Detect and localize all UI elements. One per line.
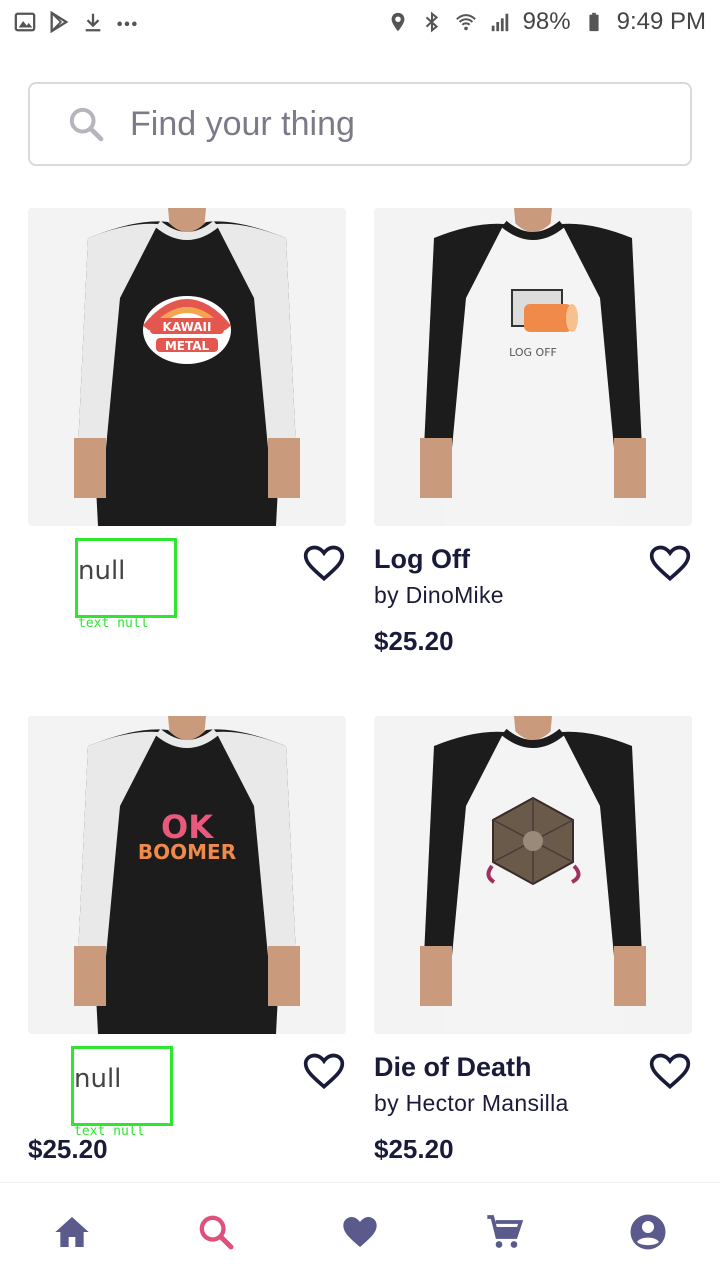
product-title[interactable]: Log Off [374, 544, 470, 575]
favorite-heart-icon[interactable] [648, 1050, 692, 1094]
product-card[interactable]: OK BOOMER null text null $25.20 [28, 716, 346, 1184]
svg-text:METAL: METAL [165, 339, 210, 353]
product-price: $25.20 [374, 626, 454, 656]
status-right: 98% 9:49 PM [387, 8, 706, 36]
favorite-heart-icon[interactable] [648, 542, 692, 586]
tshirt-kawaii-metal-image: KAWAII METAL [28, 208, 346, 526]
product-image[interactable]: OK BOOMER [28, 716, 346, 1034]
product-price: $25.20 [28, 1134, 108, 1164]
product-image[interactable]: KAWAII METAL [28, 208, 346, 526]
product-artist[interactable]: by DinoMike [374, 582, 504, 609]
location-icon [391, 12, 404, 32]
product-info: null text null $25.20 [28, 1034, 346, 1184]
bottom-navigation [0, 1182, 720, 1280]
wifi-icon [455, 14, 476, 31]
favorite-heart-icon[interactable] [302, 1050, 346, 1094]
product-image[interactable] [374, 716, 692, 1034]
product-artist[interactable]: by Hector Mansilla [374, 1090, 569, 1117]
search-input[interactable]: Find your thing [28, 82, 692, 166]
play-store-icon [50, 11, 69, 33]
tshirt-ok-boomer-image: OK BOOMER [28, 716, 346, 1034]
nav-search[interactable] [180, 1196, 252, 1268]
product-info: Log Off by DinoMike $25.20 [374, 526, 692, 676]
product-title: null [74, 1064, 122, 1094]
product-card[interactable]: KAWAII METAL null text null [28, 208, 346, 676]
home-icon [55, 1216, 89, 1247]
debug-caption: text null [78, 616, 149, 631]
account-icon [630, 1214, 666, 1249]
battery-percentage: 98% [522, 8, 571, 35]
clock: 9:49 PM [616, 8, 706, 35]
search-placeholder: Find your thing [130, 104, 355, 143]
product-card[interactable]: Die of Death by Hector Mansilla $25.20 [374, 716, 692, 1184]
product-image[interactable]: LOG OFF [374, 208, 692, 526]
nav-account[interactable] [612, 1196, 684, 1268]
svg-text:KAWAII: KAWAII [163, 320, 212, 334]
heart-icon [343, 1216, 377, 1247]
product-title: null [78, 556, 126, 586]
product-card[interactable]: LOG OFF Log Off by DinoMike $25.20 [374, 208, 692, 676]
product-title[interactable]: Die of Death [374, 1052, 532, 1083]
svg-text:LOG OFF: LOG OFF [509, 346, 557, 359]
tshirt-die-of-death-image [374, 716, 692, 1034]
signal-icon [491, 13, 508, 32]
nav-favorites[interactable] [324, 1196, 396, 1268]
cart-icon [487, 1214, 524, 1248]
search-icon [199, 1215, 234, 1249]
search-icon [69, 107, 104, 142]
product-info: null text null [28, 526, 346, 676]
nav-home[interactable] [36, 1196, 108, 1268]
nav-cart[interactable] [468, 1196, 540, 1268]
more-icon [117, 21, 137, 27]
battery-icon [589, 12, 599, 32]
product-info: Die of Death by Hector Mansilla $25.20 [374, 1034, 692, 1184]
status-left [14, 11, 138, 33]
download-icon [85, 13, 101, 32]
favorite-heart-icon[interactable] [302, 542, 346, 586]
svg-text:BOOMER: BOOMER [138, 840, 236, 864]
bluetooth-icon [425, 11, 438, 33]
status-bar: 98% 9:49 PM [0, 0, 720, 44]
gallery-icon [14, 12, 36, 32]
product-price: $25.20 [374, 1134, 454, 1164]
tshirt-log-off-image: LOG OFF [374, 208, 692, 526]
